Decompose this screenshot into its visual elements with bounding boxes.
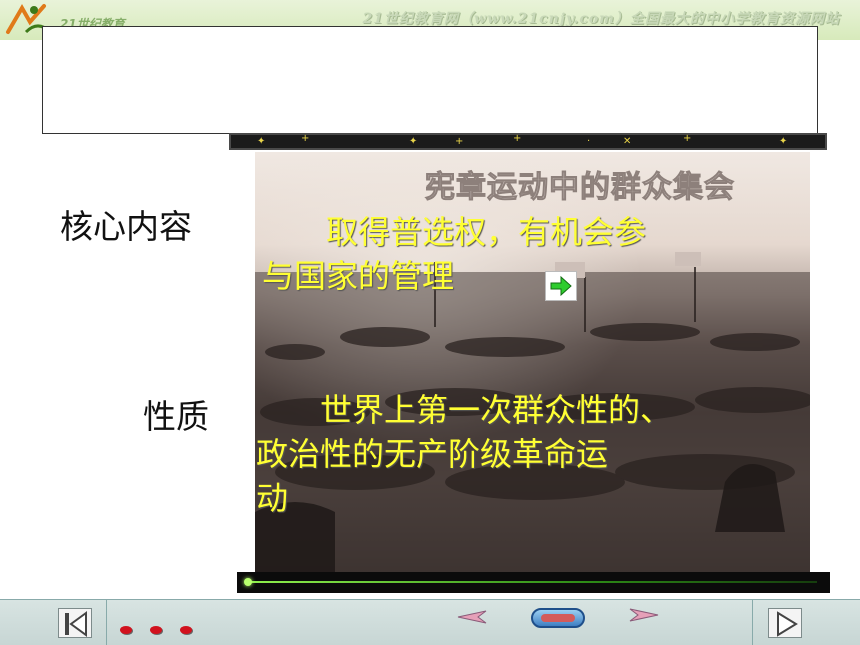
bottom-nav-bar: [0, 599, 860, 645]
star-icon: +: [455, 136, 464, 147]
first-page-button[interactable]: [58, 608, 92, 638]
nav-right-divider: [752, 600, 753, 645]
nature-line-1: 世界上第一次群众性的、: [256, 391, 673, 429]
play-button[interactable]: [768, 608, 802, 638]
green-line: [247, 581, 817, 583]
star-icon: ✦: [409, 136, 418, 147]
star-icon: +: [301, 133, 310, 144]
star-icon: ✦: [779, 136, 788, 147]
next-arrow-button[interactable]: [545, 271, 577, 301]
nature-text: 世界上第一次群众性的、 政治性的无产阶级革命运 动: [256, 388, 796, 520]
nature-line-2: 政治性的无产阶级革命运: [256, 435, 609, 473]
label-nature: 性质: [143, 397, 209, 436]
star-icon: ✦: [257, 136, 266, 147]
label-core-content: 核心内容: [60, 207, 192, 246]
star-icon: +: [513, 133, 522, 144]
star-decoration-bar: ✦ + ✦ + + · ✕ + ✦: [229, 133, 827, 150]
site-slogan: 21世纪教育网（www.21cnjy.com）全国最大的中小学教育资源网站: [362, 11, 840, 27]
nature-line-3: 动: [256, 479, 289, 517]
next-arrow-icon[interactable]: [628, 607, 660, 623]
red-dot-icon: [150, 626, 162, 634]
red-dot-icon: [120, 626, 132, 634]
core-line-1: 取得普选权，有机会参: [262, 213, 647, 251]
green-arrow-icon: [550, 275, 572, 297]
red-dot-icon: [180, 626, 192, 634]
star-icon: ✕: [623, 136, 632, 147]
home-oval-icon: [541, 614, 575, 622]
prev-arrow-icon[interactable]: [456, 609, 488, 625]
core-content-text: 取得普选权，有机会参 与国家的管理: [262, 210, 762, 298]
play-icon: [777, 611, 798, 637]
home-oval-button[interactable]: [531, 608, 585, 628]
core-line-2: 与国家的管理: [262, 257, 455, 295]
green-decoration-bar: [237, 572, 830, 593]
star-icon: +: [683, 133, 692, 144]
first-page-icon: [65, 611, 87, 637]
photo-caption: 宪章运动中的群众集会: [425, 170, 735, 206]
title-box: [42, 26, 818, 134]
star-icon: ·: [587, 136, 591, 147]
green-dot: [244, 578, 252, 586]
